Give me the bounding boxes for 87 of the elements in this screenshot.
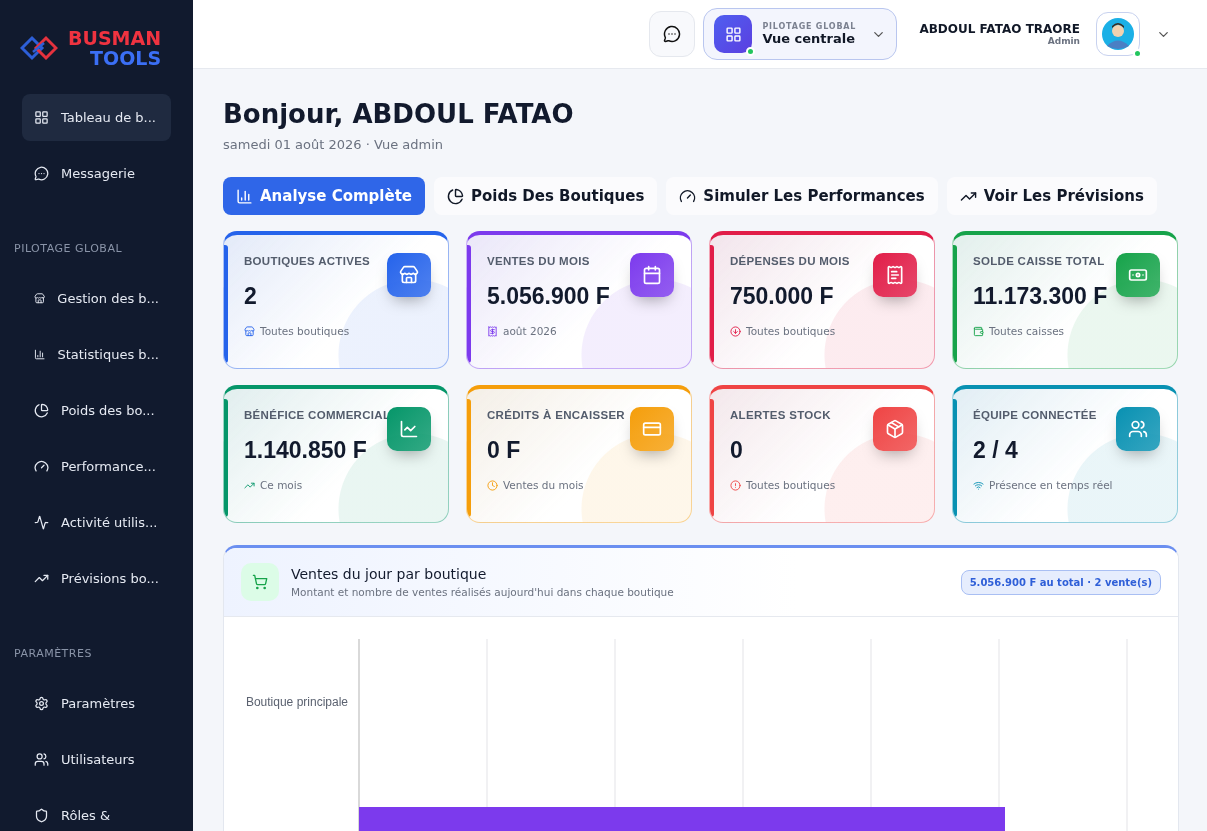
pulse-icon [34, 515, 49, 530]
stat-note: Toutes caisses [989, 325, 1065, 337]
chat-icon [34, 166, 49, 181]
grid-icon [34, 110, 49, 125]
sidebar-item[interactable]: Performance... [22, 443, 171, 490]
stat-label: ALERTES STOCK [730, 409, 832, 421]
wifi-icon [973, 479, 984, 491]
sidebar-item[interactable]: Poids des bo... [22, 387, 171, 434]
user-name: ABDOUL FATAO TRAORE [919, 22, 1080, 36]
sidebar-item[interactable]: Prévisions bo... [22, 555, 171, 602]
stat-value: 11.173.300 F [973, 283, 1109, 310]
alert-icon [730, 479, 741, 491]
logo-icon [20, 35, 58, 61]
pie-chart-icon [34, 403, 49, 418]
stat-note: Ce mois [260, 479, 303, 491]
tab[interactable]: Voir Les Prévisions [946, 177, 1157, 215]
sidebar-item[interactable]: Tableau de b... [22, 94, 171, 141]
category-label: Boutique principale [245, 695, 348, 711]
line-chart-icon [399, 419, 419, 439]
stat-value: 750.000 F [730, 283, 835, 310]
chat-icon [663, 25, 682, 43]
panel-title: Ventes du jour par boutique [291, 566, 488, 582]
user-role: Admin [1047, 36, 1080, 46]
tab[interactable]: Analyse Complète [223, 177, 425, 215]
total-badge: 5.056.900 F au total · 2 vente(s) [960, 569, 1161, 595]
stat-value: 2 [244, 283, 258, 310]
sidebar-item[interactable]: Messagerie [22, 150, 171, 197]
logo-text: BUSMAN [68, 28, 162, 48]
tab[interactable]: Simuler Les Performances [666, 177, 938, 215]
cart-icon [252, 574, 268, 590]
stat-note: Présence en temps réel [989, 479, 1113, 491]
sidebar-item[interactable]: Activité utilis... [22, 499, 171, 546]
stat-note: Toutes boutiques [746, 325, 836, 337]
stat-value: 2 / 4 [973, 437, 1019, 464]
sidebar-item[interactable]: Statistiques b... [22, 331, 171, 378]
sidebar-item[interactable]: Utilisateurs [22, 736, 171, 783]
scope-selector[interactable]: PILOTAGE GLOBAL Vue centrale [703, 8, 898, 60]
bar-chart-icon [236, 187, 253, 205]
receipt-icon [487, 325, 498, 337]
package-icon [885, 419, 905, 439]
stat-note: Ventes du mois [503, 479, 584, 491]
stat-value: 5.056.900 F [487, 283, 611, 310]
scope-caption: PILOTAGE GLOBAL [762, 22, 857, 31]
sidebar-item[interactable]: Paramètres [22, 680, 171, 727]
credit-card-icon [642, 419, 662, 439]
stat-label: CRÉDITS À ENCAISSER [487, 409, 626, 421]
scope-value: Vue centrale [762, 31, 856, 46]
shield-icon [34, 808, 49, 823]
stat-label: ÉQUIPE CONNECTÉE [973, 409, 1098, 421]
wallet-icon [973, 325, 984, 337]
sidebar-item[interactable]: Gestion des b... [22, 275, 171, 322]
section-title: PARAMÈTRES [13, 646, 93, 662]
avatar-icon [1102, 18, 1134, 50]
calendar-icon [642, 265, 662, 285]
store-icon [244, 325, 255, 337]
stat-note: Toutes boutiques [746, 479, 836, 491]
tab[interactable]: Poids Des Boutiques [434, 177, 658, 215]
stat-note: Toutes boutiques [260, 325, 350, 337]
panel-subtitle: Montant et nombre de ventes réalisés aujourd'hui dans chaque boutique [291, 586, 675, 598]
users-icon [34, 752, 49, 767]
grid-icon [724, 25, 742, 43]
section-title: PILOTAGE GLOBAL [13, 241, 124, 257]
sidebar-item[interactable]: Rôles & [22, 792, 171, 831]
gauge-icon [679, 187, 697, 205]
messages-button[interactable] [649, 11, 696, 57]
stat-label: BOUTIQUES ACTIVES [244, 255, 372, 267]
gauge-icon [34, 459, 49, 474]
avatar[interactable] [1096, 12, 1140, 56]
bar-chart-icon [34, 347, 46, 362]
pie-chart-icon [447, 187, 464, 205]
clock-icon [487, 479, 498, 491]
stat-note: août 2026 [503, 325, 557, 337]
store-icon [34, 291, 46, 306]
stat-label: DÉPENSES DU MOIS [730, 255, 851, 267]
users-icon [1128, 419, 1148, 439]
receipt-icon [885, 265, 905, 285]
arrow-down-icon [730, 325, 741, 337]
stat-value: 0 F [487, 437, 522, 464]
greeting-title: Bonjour, ABDOUL FATAO [223, 99, 575, 129]
settings-icon [34, 696, 49, 711]
stat-label: VENTES DU MOIS [487, 255, 591, 267]
stat-value: 1.140.850 F [244, 437, 368, 464]
store-icon [399, 265, 419, 285]
stat-label: SOLDE CAISSE TOTAL [973, 255, 1106, 267]
stat-value: 0 [730, 437, 744, 464]
greeting-subtitle: samedi 01 août 2026 · Vue admin [223, 137, 445, 152]
logo-text: TOOLS [90, 48, 162, 68]
